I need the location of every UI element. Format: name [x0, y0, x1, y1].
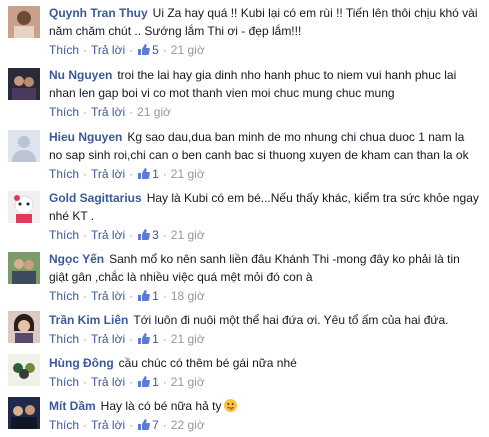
- thumbs-up-icon: [137, 228, 151, 245]
- thumbs-up-icon: [137, 167, 151, 184]
- comment-actions: Thích · Trả lời · 7 · 22 giờ: [49, 417, 481, 435]
- like-link[interactable]: Thích: [49, 105, 79, 119]
- comment-timestamp[interactable]: 18 giờ: [171, 289, 205, 303]
- comment-text-continued: nhan len gap boi vi co mot thanh vien mo…: [49, 86, 395, 100]
- like-count[interactable]: 1: [152, 332, 159, 346]
- comment-author[interactable]: Ngọc Yến: [49, 252, 104, 266]
- comment-actions: Thích · Trả lời · 1 · 21 giờ: [49, 331, 481, 349]
- like-count[interactable]: 7: [152, 418, 159, 432]
- comment-actions: Thích · Trả lời · 21 giờ: [49, 105, 171, 119]
- comment-timestamp[interactable]: 21 giờ: [171, 43, 205, 57]
- comment-actions: Thích · Trả lời · 3 · 21 giờ: [49, 227, 481, 245]
- reply-link[interactable]: Trả lời: [91, 105, 125, 119]
- avatar[interactable]: [8, 6, 40, 38]
- comment-author[interactable]: Hùng Đông: [49, 356, 114, 370]
- comment-text: Hay là có bé nữa hả ty: [100, 399, 222, 413]
- thumbs-up-icon: [137, 332, 151, 349]
- comment-text: Ui Za hay quá !! Kubi lại có em rùi !! T…: [152, 6, 478, 20]
- reply-link[interactable]: Trả lời: [91, 289, 125, 303]
- avatar[interactable]: [8, 252, 40, 284]
- comment-text-continued: giật gân ,chắc là nhiều việc quá mệt mỏi…: [49, 270, 313, 284]
- comment-text: Sanh mổ ko nên sanh liền đâu Khánh Thi -…: [109, 252, 460, 266]
- thumbs-up-icon: [137, 418, 151, 435]
- like-link[interactable]: Thích: [49, 332, 79, 346]
- reply-link[interactable]: Trả lời: [91, 418, 125, 432]
- avatar[interactable]: [8, 311, 40, 343]
- comment-actions: Thích · Trả lời · 5 · 21 giờ: [49, 42, 481, 60]
- reply-link[interactable]: Trả lời: [91, 167, 125, 181]
- comment-text: Hay là Kubi có em bé...Nếu thấy khác, ki…: [146, 191, 479, 205]
- avatar[interactable]: [8, 354, 40, 386]
- comment-text: Kg sao dau,dua ban minh de mo nhung chi …: [127, 130, 465, 144]
- comment-author[interactable]: Mít Dầm: [49, 399, 96, 413]
- tongue-out-emoji-icon: [224, 399, 238, 412]
- thumbs-up-icon: [137, 289, 151, 306]
- comment-text: troi the lai hay gia dinh nho hanh phuc …: [117, 68, 457, 82]
- like-link[interactable]: Thích: [49, 375, 79, 389]
- comment-timestamp[interactable]: 22 giờ: [171, 418, 205, 432]
- comment-actions: Thích · Trả lời · 1 · 21 giờ: [49, 166, 481, 184]
- comment-author[interactable]: Gold Sagittarius: [49, 191, 142, 205]
- comment-author[interactable]: Hieu Nguyen: [49, 130, 122, 144]
- like-link[interactable]: Thích: [49, 43, 79, 57]
- like-count[interactable]: 1: [152, 167, 159, 181]
- like-count[interactable]: 3: [152, 228, 159, 242]
- avatar[interactable]: [8, 191, 40, 223]
- comment-timestamp[interactable]: 21 giờ: [137, 105, 171, 119]
- comment-author[interactable]: Nu Nguyen: [49, 68, 112, 82]
- like-link[interactable]: Thích: [49, 228, 79, 242]
- comment-actions: Thích · Trả lời · 1 · 18 giờ: [49, 288, 481, 306]
- avatar[interactable]: [8, 397, 40, 429]
- comment-timestamp[interactable]: 21 giờ: [171, 167, 205, 181]
- like-count[interactable]: 1: [152, 289, 159, 303]
- avatar[interactable]: [8, 68, 40, 100]
- comment-text-continued: nhé KT .: [49, 209, 95, 223]
- comment-author[interactable]: Trần Kim Liên: [49, 313, 128, 327]
- like-count[interactable]: 1: [152, 375, 159, 389]
- avatar[interactable]: [8, 130, 40, 162]
- reply-link[interactable]: Trả lời: [91, 228, 125, 242]
- reply-link[interactable]: Trả lời: [91, 332, 125, 346]
- comment-author[interactable]: Quynh Tran Thuy: [49, 6, 148, 20]
- comment-timestamp[interactable]: 21 giờ: [171, 332, 205, 346]
- reply-link[interactable]: Trả lời: [91, 375, 125, 389]
- like-link[interactable]: Thích: [49, 167, 79, 181]
- thumbs-up-icon: [137, 43, 151, 60]
- comment-text-continued: năm chăm chút .. Sướng lắm Thi ơi - đẹp …: [49, 24, 302, 38]
- thumbs-up-icon: [137, 375, 151, 392]
- comment-actions: Thích · Trả lời · 1 · 21 giờ: [49, 374, 481, 392]
- comment-timestamp[interactable]: 21 giờ: [171, 375, 205, 389]
- comment-timestamp[interactable]: 21 giờ: [171, 228, 205, 242]
- like-count[interactable]: 5: [152, 43, 159, 57]
- comment-text: Tới luôn đi nuôi một thể hai đứa ơi. Yêu…: [133, 313, 449, 327]
- like-link[interactable]: Thích: [49, 418, 79, 432]
- comment-text: cầu chúc có thêm bé gái nữa nhé: [118, 356, 297, 370]
- comment-text-continued: no sap sinh roi,chi can o ben canh bac s…: [49, 148, 469, 162]
- like-link[interactable]: Thích: [49, 289, 79, 303]
- reply-link[interactable]: Trả lời: [91, 43, 125, 57]
